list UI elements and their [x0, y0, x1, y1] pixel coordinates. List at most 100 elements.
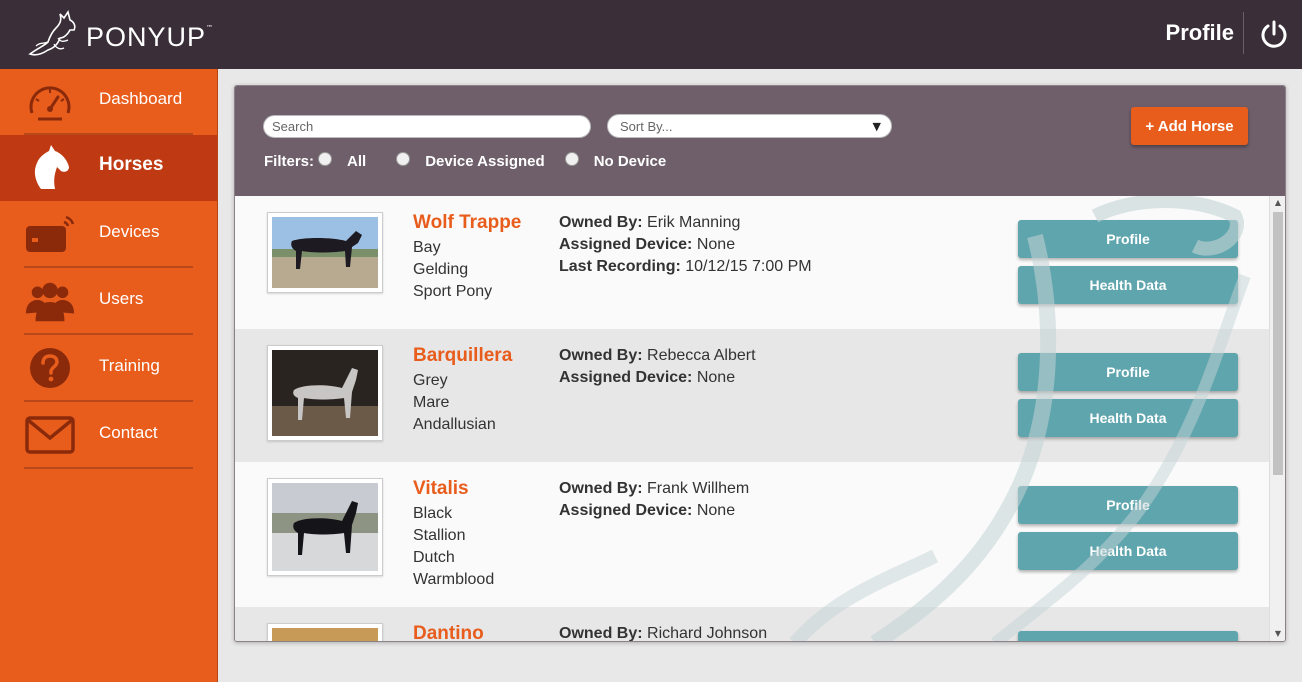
sidebar: Dashboard Horses Devices Users Training … [0, 69, 218, 682]
owner-value: Erik Manning [647, 214, 741, 231]
scrollbar-thumb[interactable] [1273, 212, 1283, 475]
logo-trademark: ™ [206, 24, 214, 32]
horse-row: Vitalis Black Stallion Dutch Warmblood O… [235, 462, 1269, 607]
horse-last-recording: Last Recording: 10/12/15 7:00 PM [559, 258, 812, 275]
question-icon [30, 348, 70, 388]
jumping-horse-logo-icon [28, 10, 76, 56]
sidebar-item-dashboard[interactable]: Dashboard [0, 69, 217, 135]
sidebar-item-devices[interactable]: Devices [0, 202, 217, 268]
horses-panel: Sort By... ▼ Filters: All Device Assigne… [234, 85, 1286, 642]
sidebar-item-label: Contact [99, 423, 158, 442]
horse-photo[interactable] [267, 345, 383, 441]
horse-photo[interactable] [267, 478, 383, 576]
sidebar-item-contact[interactable]: Contact [0, 403, 217, 469]
horse-list[interactable]: Wolf Trappe Bay Gelding Sport Pony Owned… [235, 196, 1269, 642]
last-recording-value: 10/12/15 7:00 PM [685, 258, 812, 275]
horse-device: Assigned Device: None [559, 236, 736, 253]
horse-color: Grey [413, 372, 448, 389]
owner-value: Rebecca Albert [647, 347, 756, 364]
horse-name[interactable]: Wolf Trappe [413, 212, 521, 234]
sidebar-item-users[interactable]: Users [0, 269, 217, 335]
horse-sex: Gelding [413, 261, 469, 278]
health-data-button[interactable]: Health Data [1018, 266, 1238, 304]
horse-owner: Owned By: Frank Willhem [559, 480, 750, 497]
filter-no-device-radio[interactable] [564, 151, 579, 166]
horse-sex: Mare [413, 394, 450, 411]
filter-no-device-label[interactable]: No Device [594, 153, 667, 170]
horse-head-icon [34, 145, 69, 189]
horse-row: Dantino Owned By: Richard Johnson [235, 607, 1269, 642]
horse-owner: Owned By: Rebecca Albert [559, 347, 756, 364]
divider [24, 400, 193, 402]
device-value: None [696, 502, 736, 519]
device-value: None [696, 369, 736, 386]
horse-photo-image [272, 628, 378, 641]
horse-device: Assigned Device: None [559, 369, 736, 386]
power-button[interactable] [1258, 18, 1290, 50]
horse-photo-image [272, 217, 378, 288]
sort-by-value: Sort By... [620, 119, 673, 134]
horse-owner: Owned By: Richard Johnson [559, 625, 768, 642]
filter-device-assigned-radio[interactable] [396, 151, 411, 166]
horse-photo[interactable] [267, 623, 383, 641]
search-input[interactable] [263, 115, 591, 138]
horse-device: Assigned Device: None [559, 502, 736, 519]
horse-photo-image [272, 350, 378, 436]
scroll-down-icon[interactable]: ▼ [1270, 629, 1285, 641]
horse-row: Barquillera Grey Mare Andallusian Owned … [235, 329, 1269, 462]
divider [24, 266, 193, 268]
logo-text: PONYUP [86, 21, 207, 52]
horse-breed: Dutch [413, 549, 455, 566]
owner-value: Frank Willhem [647, 480, 750, 497]
divider [24, 467, 193, 469]
profile-button[interactable]: Profile [1018, 220, 1238, 258]
horse-color: Black [413, 505, 453, 522]
users-icon [25, 282, 75, 322]
gauge-icon [29, 86, 71, 121]
top-bar: PONYUP ™ Profile [0, 0, 1302, 69]
horse-name[interactable]: Vitalis [413, 478, 469, 500]
profile-button[interactable]: Profile [1018, 486, 1238, 524]
filters-label: Filters: [264, 153, 315, 170]
sidebar-item-label: Dashboard [99, 89, 183, 108]
sidebar-item-label: Horses [99, 154, 164, 175]
sidebar-item-label: Devices [99, 222, 160, 241]
add-horse-button[interactable]: + Add Horse [1131, 107, 1248, 145]
owner-value: Richard Johnson [647, 625, 768, 642]
scroll-up-icon[interactable]: ▲ [1270, 198, 1285, 210]
panel-toolbar: Sort By... ▼ Filters: All Device Assigne… [235, 86, 1285, 196]
horse-photo-image [272, 483, 378, 571]
horse-name[interactable]: Dantino [413, 623, 484, 641]
profile-button[interactable]: Profile [1018, 353, 1238, 391]
mail-icon [25, 416, 75, 454]
device-value: None [696, 236, 736, 253]
horse-sex: Stallion [413, 527, 466, 544]
health-data-button[interactable]: Health Data [1018, 399, 1238, 437]
horse-breed-cont: Warmblood [413, 571, 495, 588]
horse-photo[interactable] [267, 212, 383, 293]
filter-all-label[interactable]: All [347, 153, 366, 170]
filter-group: Filters: All Device Assigned No Device [264, 151, 667, 170]
sidebar-item-label: Users [99, 289, 144, 308]
horse-breed: Sport Pony [413, 283, 493, 300]
horse-breed: Andallusian [413, 416, 496, 433]
sidebar-item-label: Training [99, 356, 160, 375]
sort-by-select[interactable]: Sort By... ▼ [607, 114, 892, 138]
horse-row: Wolf Trappe Bay Gelding Sport Pony Owned… [235, 196, 1269, 329]
sidebar-item-training[interactable]: Training [0, 336, 217, 402]
horse-name[interactable]: Barquillera [413, 345, 512, 367]
power-icon [1261, 20, 1287, 48]
list-scrollbar[interactable]: ▲ ▼ [1269, 196, 1285, 641]
health-data-button[interactable]: Health Data [1018, 532, 1238, 570]
chevron-down-icon: ▼ [872, 120, 881, 133]
horse-color: Bay [413, 239, 441, 256]
filter-device-assigned-label[interactable]: Device Assigned [425, 153, 545, 170]
filter-all-radio[interactable] [318, 151, 333, 166]
horse-owner: Owned By: Erik Manning [559, 214, 741, 231]
header-divider [1243, 12, 1244, 54]
profile-button[interactable] [1018, 631, 1238, 641]
app-logo[interactable]: PONYUP ™ [24, 8, 213, 60]
sidebar-item-horses[interactable]: Horses [0, 135, 217, 201]
device-icon [26, 215, 75, 252]
header-profile-link[interactable]: Profile [1166, 20, 1234, 46]
